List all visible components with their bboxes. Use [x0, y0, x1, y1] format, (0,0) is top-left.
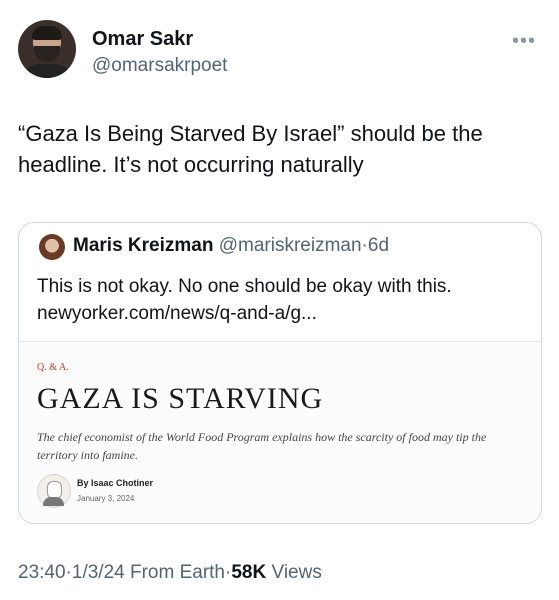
- quoted-tweet-header: Maris Kreizman @mariskreizman·6d: [73, 235, 389, 257]
- more-options-icon[interactable]: •••: [512, 30, 536, 53]
- tweet-time[interactable]: 23:40: [18, 562, 66, 583]
- card-headline: GAZA IS STARVING: [37, 382, 324, 415]
- quoted-author-handle[interactable]: @mariskreizman: [219, 235, 362, 256]
- card-kicker: Q. & A.: [37, 362, 69, 373]
- quoted-tweet[interactable]: Maris Kreizman @mariskreizman·6d This is…: [18, 222, 542, 524]
- byline-avatar: [37, 474, 71, 508]
- quoted-author-name[interactable]: Maris Kreizman: [73, 235, 213, 256]
- avatar-beard: [34, 46, 60, 62]
- tweet-text: “Gaza Is Being Starved By Israel” should…: [18, 121, 483, 177]
- byline-avatar-body: [43, 497, 64, 506]
- author-avatar[interactable]: [18, 20, 76, 78]
- quoted-tweet-text: This is not okay. No one should be okay …: [37, 273, 527, 327]
- avatar-hair: [32, 26, 62, 40]
- card-byline: By Isaac Chotiner: [77, 478, 154, 488]
- views-label: Views: [271, 562, 322, 583]
- tweet-date[interactable]: 1/3/24: [72, 562, 125, 583]
- avatar-shirt: [20, 64, 74, 78]
- card-date: January 3, 2024: [77, 494, 135, 503]
- quoted-tweet-age[interactable]: 6d: [368, 235, 389, 256]
- author-name[interactable]: Omar Sakr: [92, 28, 193, 51]
- quoted-text-line: This is not okay. No one should be okay …: [37, 276, 452, 297]
- quoted-link[interactable]: newyorker.com/news/q-and-a/g...: [37, 303, 317, 324]
- tweet-footer: 23:40·1/3/24 From Earth·58K Views: [18, 562, 322, 584]
- tweet-source: From Earth: [129, 562, 226, 583]
- quoted-author-avatar[interactable]: [39, 234, 65, 260]
- views-count: 58K: [231, 562, 267, 583]
- link-preview-card[interactable]: Q. & A. GAZA IS STARVING The chief econo…: [19, 341, 541, 523]
- card-dek: The chief economist of the World Food Pr…: [37, 430, 487, 462]
- author-handle[interactable]: @omarsakrpoet: [92, 55, 227, 77]
